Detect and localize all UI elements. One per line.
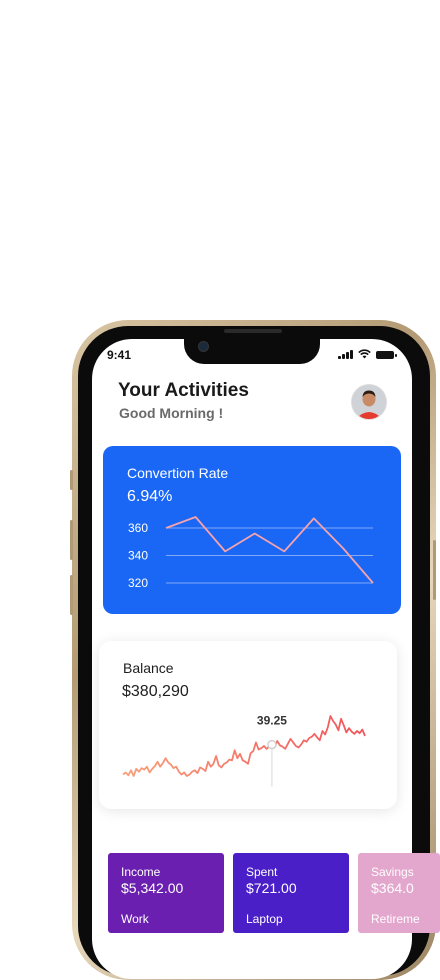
tile-label: Savings — [371, 865, 414, 879]
highlight-point — [267, 739, 277, 750]
battery-icon — [375, 351, 397, 359]
speaker-icon — [224, 329, 282, 333]
y-tick-label: 360 — [128, 521, 148, 535]
tile-category: Work — [121, 912, 149, 926]
volume-down-button — [70, 575, 73, 615]
tile-label: Spent — [246, 865, 278, 879]
silent-switch — [70, 470, 73, 490]
cellular-signal-icon — [338, 350, 353, 359]
wifi-icon — [357, 349, 371, 359]
avatar-image — [352, 385, 386, 419]
tile-amount: $5,342.00 — [121, 880, 184, 896]
status-time: 9:41 — [107, 348, 132, 362]
conversion-rate-chart: 360 340 320 — [128, 516, 374, 590]
front-camera-icon — [198, 341, 209, 352]
spent-tile[interactable]: Spent $721.00 Laptop — [233, 853, 349, 933]
balance-chart: 39.25 — [122, 714, 366, 787]
tile-amount: $721.00 — [246, 880, 297, 896]
status-icons — [338, 349, 397, 359]
greeting-subtitle: Good Morning ! — [119, 405, 224, 421]
y-tick-label: 320 — [128, 576, 148, 590]
conversion-line — [165, 516, 374, 584]
user-avatar-icon[interactable] — [351, 384, 387, 420]
volume-up-button — [70, 520, 73, 560]
savings-tile[interactable]: Savings $364.0 Retireme — [358, 853, 440, 933]
tile-amount: $364.0 — [371, 880, 414, 896]
tile-label: Income — [121, 865, 161, 879]
balance-tooltip-value: 39.25 — [257, 714, 287, 728]
y-tick-label: 340 — [128, 549, 148, 563]
page-title: Your Activities — [118, 380, 249, 401]
income-tile[interactable]: Income $5,342.00 Work — [108, 853, 224, 933]
tile-category: Retireme — [371, 912, 420, 926]
power-button — [433, 540, 436, 600]
tile-category: Laptop — [246, 912, 283, 926]
balance-line — [122, 715, 366, 777]
